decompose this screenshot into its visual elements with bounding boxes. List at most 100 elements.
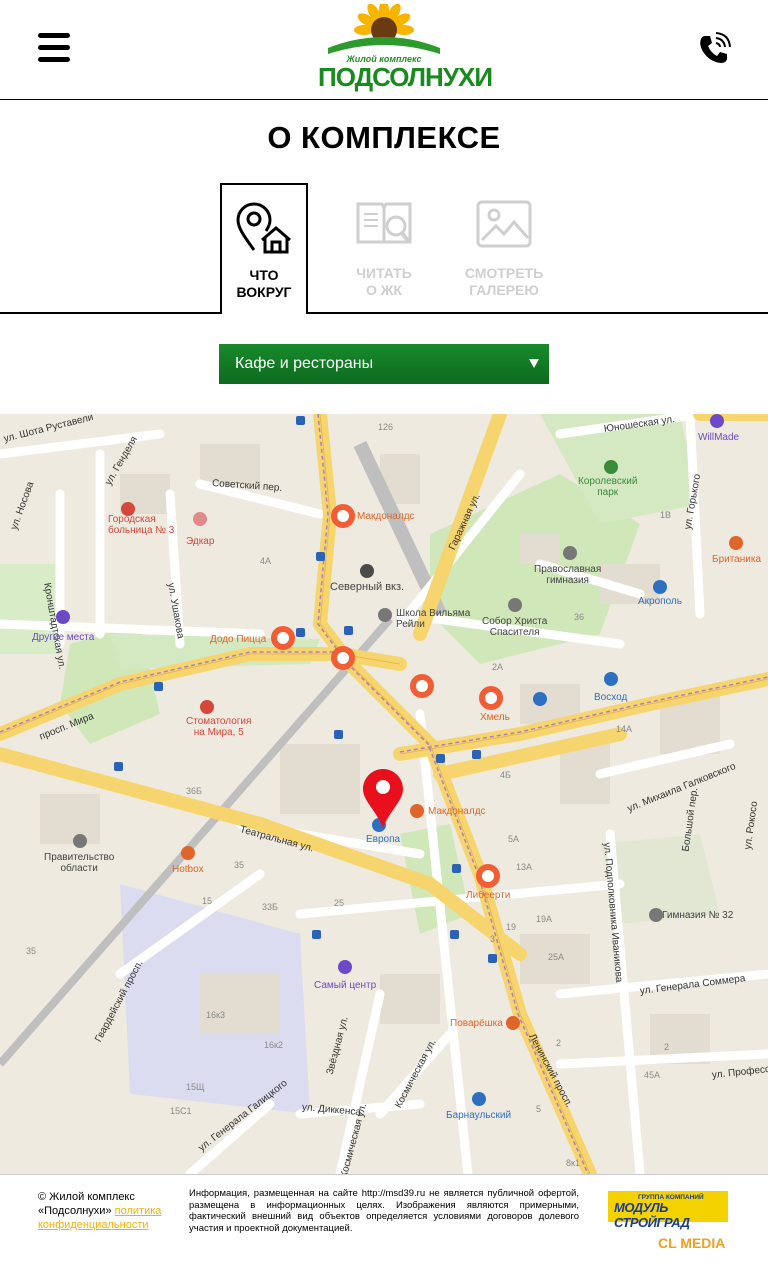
house-number: 2A — [492, 662, 504, 672]
bus-stop-icon — [334, 730, 343, 739]
shop-icon — [604, 672, 618, 686]
cl-media-logo[interactable]: CL MEDIA — [658, 1235, 725, 1251]
cafe-icon — [181, 846, 195, 860]
poi-station[interactable]: Северный вкз. — [330, 582, 404, 593]
poi-akropol[interactable]: Акрополь — [638, 596, 682, 607]
shop-icon — [472, 1092, 486, 1106]
location-home-icon — [236, 202, 291, 254]
house-number: 36Б — [186, 786, 202, 796]
modul-stroygrad-logo[interactable]: ГРУППА КОМПАНИЙ МОДУЛЬ СТРОЙГРАД — [608, 1191, 728, 1230]
house-number: 19A — [536, 914, 553, 924]
place-marker[interactable] — [331, 504, 355, 528]
house-number: 15С1 — [170, 1106, 192, 1116]
category-select[interactable]: Кафе и рестораны — [219, 344, 549, 384]
house-number: 13A — [516, 862, 533, 872]
house-number: 25 — [334, 898, 345, 908]
legal-info: Информация, размещенная на сайте http://… — [189, 1188, 579, 1234]
house-number: 16к3 — [206, 1010, 225, 1020]
house-number: 3 — [490, 934, 496, 944]
bus-stop-icon — [114, 762, 123, 771]
hospital-icon — [121, 502, 135, 516]
poi-government[interactable]: Правительство области — [44, 852, 114, 874]
poi-evropa[interactable]: Европа — [366, 834, 400, 845]
poi-gymnasium-32[interactable]: Гимназия № 32 — [662, 910, 733, 921]
poi-samiy-centr[interactable]: Самый центр — [314, 980, 376, 991]
site-logo[interactable]: Жилой комплекс ПОДСОЛНУХИ — [318, 0, 493, 96]
copyright: © Жилой комплекс «Подсолнухи» политика к… — [38, 1190, 178, 1232]
school-icon — [563, 546, 577, 560]
poi-mcdonalds-2[interactable]: Макдоналдс — [428, 806, 486, 817]
shop-icon — [653, 580, 667, 594]
dropdown-arrow-icon — [529, 359, 539, 368]
church-icon — [508, 598, 522, 612]
bus-stop-icon — [312, 930, 321, 939]
category-select-value: Кафе и рестораны — [235, 355, 374, 372]
tab-what-around-label: ЧТО ВОКРУГ — [236, 267, 292, 300]
house-number: 33Б — [262, 902, 278, 912]
house-number: 126 — [378, 422, 394, 432]
poi-mcdonalds[interactable]: Макдоналдс — [357, 511, 415, 522]
poi-libeerti[interactable]: Либеерти — [466, 890, 510, 901]
location-pin-icon[interactable] — [362, 768, 404, 830]
house-number: 1B — [660, 510, 672, 520]
house-number: 45A — [644, 1070, 661, 1080]
site-header: Жилой комплекс ПОДСОЛНУХИ — [0, 0, 768, 100]
poi-dentist[interactable]: Стоматология на Мира, 5 — [186, 716, 251, 738]
house-number: 25A — [548, 952, 565, 962]
bus-stop-icon — [154, 682, 163, 691]
house-number: 35 — [26, 946, 37, 956]
house-number: 36 — [574, 612, 585, 622]
poi-hotbox[interactable]: Hotbox — [172, 864, 204, 875]
poi-povareshka[interactable]: Поварёшка — [450, 1018, 503, 1029]
poi-park[interactable]: Королевский парк — [578, 476, 637, 498]
poi-barnaulsky[interactable]: Барнаульский — [446, 1110, 511, 1121]
house-number: 35 — [234, 860, 245, 870]
house-number: 4Б — [500, 770, 511, 780]
modul-logo-big: МОДУЛЬ СТРОЙГРАД — [614, 1200, 690, 1230]
tab-read-about[interactable]: ЧИТАТЬ О ЖК — [340, 183, 428, 314]
tree-icon — [604, 460, 618, 474]
poi-gymnasium[interactable]: Православная гимназия — [534, 564, 601, 586]
bus-stop-icon — [296, 416, 305, 425]
bus-stop-icon — [472, 750, 481, 759]
house-number: 5 — [536, 1104, 542, 1114]
poi-britanika[interactable]: Британика — [712, 554, 761, 565]
poi-hospital[interactable]: Городская больница № 3 — [108, 514, 174, 536]
page-title: О КОМПЛЕКСЕ — [267, 120, 501, 155]
tab-what-around[interactable]: ЧТО ВОКРУГ — [220, 183, 308, 314]
cafe-icon — [410, 804, 424, 818]
poi-willmade[interactable]: WillMade — [698, 432, 739, 443]
menu-icon[interactable] — [38, 33, 70, 63]
bus-stop-icon — [436, 754, 445, 763]
shop-icon — [533, 692, 547, 706]
house-number: 5A — [508, 834, 520, 844]
poi-dodo[interactable]: Додо Пицца — [210, 634, 266, 645]
entertainment-icon — [710, 414, 724, 428]
map[interactable]: ул. Шота Руставели ул. Генделя ул. Носов… — [0, 414, 768, 1174]
poi-khmel[interactable]: Хмель — [480, 712, 510, 723]
tooth-icon — [193, 512, 207, 526]
house-number: 2 — [556, 1038, 562, 1048]
entertainment-icon — [338, 960, 352, 974]
government-icon — [73, 834, 87, 848]
poi-cathedral[interactable]: Собор Христа Спасителя — [482, 616, 547, 638]
phone-icon[interactable] — [697, 32, 731, 66]
place-marker[interactable] — [410, 674, 434, 698]
house-number: 14A — [616, 724, 633, 734]
poi-edkar[interactable]: Эдкар — [186, 536, 214, 547]
place-marker[interactable] — [331, 646, 355, 670]
poi-other-places[interactable]: Другие места — [32, 632, 94, 643]
poi-voskhod[interactable]: Восход — [594, 692, 627, 703]
house-number: 15Щ — [186, 1082, 205, 1092]
place-marker[interactable] — [271, 626, 295, 650]
place-marker[interactable] — [479, 686, 503, 710]
house-number: 16к2 — [264, 1040, 283, 1050]
house-number: 2 — [664, 1042, 670, 1052]
school-icon — [378, 608, 392, 622]
poi-school[interactable]: Школа Вильяма Рейли — [396, 608, 470, 630]
image-gallery-icon — [476, 200, 532, 248]
tab-gallery[interactable]: СМОТРЕТЬ ГАЛЕРЕЮ — [460, 183, 548, 314]
school-icon — [649, 908, 663, 922]
sport-icon — [56, 610, 70, 624]
place-marker[interactable] — [476, 864, 500, 888]
